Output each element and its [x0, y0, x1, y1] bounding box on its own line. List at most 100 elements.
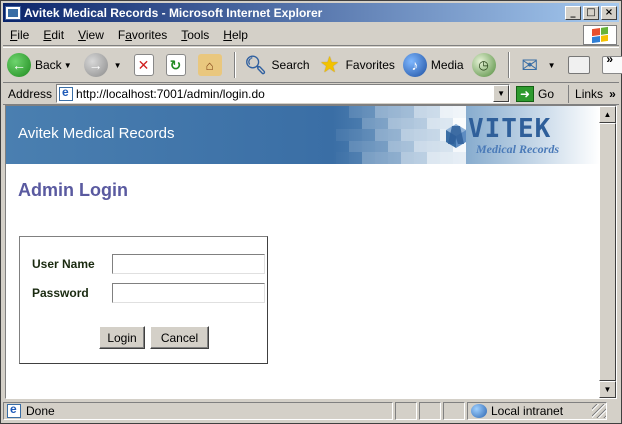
page-viewport: Avitek Medical Records VITEK Medical Rec…	[5, 105, 617, 399]
forward-arrow-icon: →	[83, 53, 108, 77]
username-input[interactable]	[112, 254, 265, 274]
address-input[interactable]: http://localhost:7001/admin/login.do ▼	[56, 84, 511, 103]
search-label: Search	[271, 58, 310, 72]
go-label: Go	[538, 86, 555, 101]
menu-view[interactable]: View	[71, 28, 111, 42]
status-cell	[419, 402, 441, 420]
status-bar: Done Local intranet	[3, 401, 619, 421]
menu-view-label: iew	[85, 27, 104, 42]
scroll-down-icon[interactable]: ▼	[599, 381, 616, 398]
print-button[interactable]	[564, 49, 598, 81]
home-icon: ⌂	[197, 54, 222, 76]
menu-favorites[interactable]: Favorites	[111, 28, 174, 42]
scroll-thumb[interactable]	[599, 123, 616, 381]
menu-help-label: elp	[231, 27, 248, 42]
username-label: User Name	[32, 257, 95, 271]
menu-file-label: ile	[17, 27, 30, 42]
refresh-button[interactable]: ↻	[162, 49, 194, 81]
history-icon: ◷	[471, 53, 496, 77]
zone-label: Local intranet	[491, 404, 564, 418]
security-zone: Local intranet	[467, 402, 607, 420]
menu-file[interactable]: File	[3, 28, 36, 42]
address-bar: Address http://localhost:7001/admin/logi…	[3, 83, 619, 105]
password-row: Password	[32, 283, 265, 303]
favorites-label: Favorites	[345, 58, 395, 72]
links-overflow-icon[interactable]: »	[609, 87, 616, 101]
refresh-icon: ↻	[165, 54, 186, 76]
browser-window: Avitek Medical Records - Microsoft Inter…	[0, 0, 622, 424]
logo-wordmark: VITEK	[468, 114, 552, 144]
window-controls: _ □ ×	[563, 5, 617, 20]
page-icon	[59, 85, 74, 101]
minimize-button[interactable]: _	[565, 5, 581, 20]
login-form: User Name Password Login Cancel	[19, 236, 268, 364]
menu-edit-label: dit	[51, 27, 65, 42]
logo-tagline: Medical Records	[476, 142, 559, 156]
forward-dropdown-icon[interactable]: ▼	[114, 61, 122, 70]
links-bar[interactable]: Links »	[568, 84, 616, 103]
media-button[interactable]: ♪ Media	[399, 49, 468, 81]
title-bar[interactable]: Avitek Medical Records - Microsoft Inter…	[3, 3, 619, 22]
search-button[interactable]: 🔍︎ Search	[240, 49, 314, 81]
address-url[interactable]: http://localhost:7001/admin/login.do	[76, 87, 265, 101]
menu-bar: File Edit View Favorites Tools Help	[3, 24, 619, 46]
go-arrow-icon: ➜	[516, 85, 535, 102]
back-button[interactable]: ← Back ▼	[3, 49, 80, 81]
toolbar-separator	[233, 52, 236, 78]
toolbar-overflow-icon[interactable]: »	[606, 52, 613, 66]
menu-favorites-label: vorites	[131, 27, 168, 42]
favorites-star-icon: ★	[319, 52, 340, 77]
mail-dropdown-icon[interactable]: ▼	[548, 61, 556, 70]
media-label: Media	[430, 58, 464, 72]
vertical-scrollbar[interactable]: ▲ ▼	[599, 106, 616, 398]
toolbar-separator	[507, 52, 510, 78]
resize-grip-icon[interactable]	[592, 404, 606, 418]
search-icon: 🔍︎	[244, 54, 267, 75]
mail-button[interactable]: ✉ ▼	[514, 49, 564, 81]
media-icon: ♪	[402, 53, 427, 77]
page-done-icon	[7, 402, 21, 418]
stop-button[interactable]: ✕	[130, 49, 162, 81]
close-button[interactable]: ×	[601, 5, 617, 20]
windows-logo-icon	[583, 25, 617, 45]
scroll-up-icon[interactable]: ▲	[599, 106, 616, 123]
standard-toolbar: ← Back ▼ → ▼ ✕ ↻ ⌂ 🔍︎ Search ★ Favorites…	[3, 47, 622, 83]
links-label: Links	[575, 86, 604, 101]
password-label: Password	[32, 286, 89, 300]
password-input[interactable]	[112, 283, 265, 303]
menu-tools[interactable]: Tools	[174, 28, 216, 42]
status-cell	[395, 402, 417, 420]
status-cell	[443, 402, 465, 420]
username-row: User Name	[32, 254, 265, 274]
maximize-button[interactable]: □	[583, 5, 599, 20]
cancel-button[interactable]: Cancel	[150, 326, 209, 349]
site-banner: Avitek Medical Records VITEK Medical Rec…	[6, 106, 600, 164]
window-title: Avitek Medical Records - Microsoft Inter…	[24, 5, 323, 20]
back-arrow-icon: ←	[7, 53, 31, 77]
banner-title: Avitek Medical Records	[18, 125, 175, 142]
login-button[interactable]: Login	[99, 326, 145, 349]
status-message: Done	[3, 402, 393, 420]
menu-favorites-accel: a	[125, 27, 132, 42]
address-label: Address	[8, 86, 53, 101]
home-button[interactable]: ⌂	[194, 49, 230, 81]
ie-page-icon	[5, 5, 21, 20]
address-dropdown-icon[interactable]: ▼	[493, 85, 510, 102]
page-title: Admin Login	[18, 180, 128, 200]
menu-edit[interactable]: Edit	[36, 28, 71, 42]
avitek-logo: VITEK Medical Records	[438, 114, 588, 158]
menu-view-accel: V	[78, 27, 86, 42]
go-button[interactable]: ➜ Go	[516, 85, 555, 102]
back-dropdown-icon[interactable]: ▼	[64, 61, 72, 70]
stop-icon: ✕	[133, 54, 154, 76]
back-label: Back	[35, 58, 62, 72]
printer-icon	[567, 56, 590, 74]
menu-tools-label: ools	[187, 27, 210, 42]
favorites-button[interactable]: ★ Favorites	[314, 49, 399, 81]
history-button[interactable]: ◷	[468, 49, 504, 81]
mail-icon: ✉	[521, 54, 538, 77]
forward-button[interactable]: → ▼	[80, 49, 130, 81]
menu-help-accel: H	[223, 27, 232, 42]
menu-help[interactable]: Help	[216, 28, 255, 42]
status-text: Done	[26, 404, 55, 418]
